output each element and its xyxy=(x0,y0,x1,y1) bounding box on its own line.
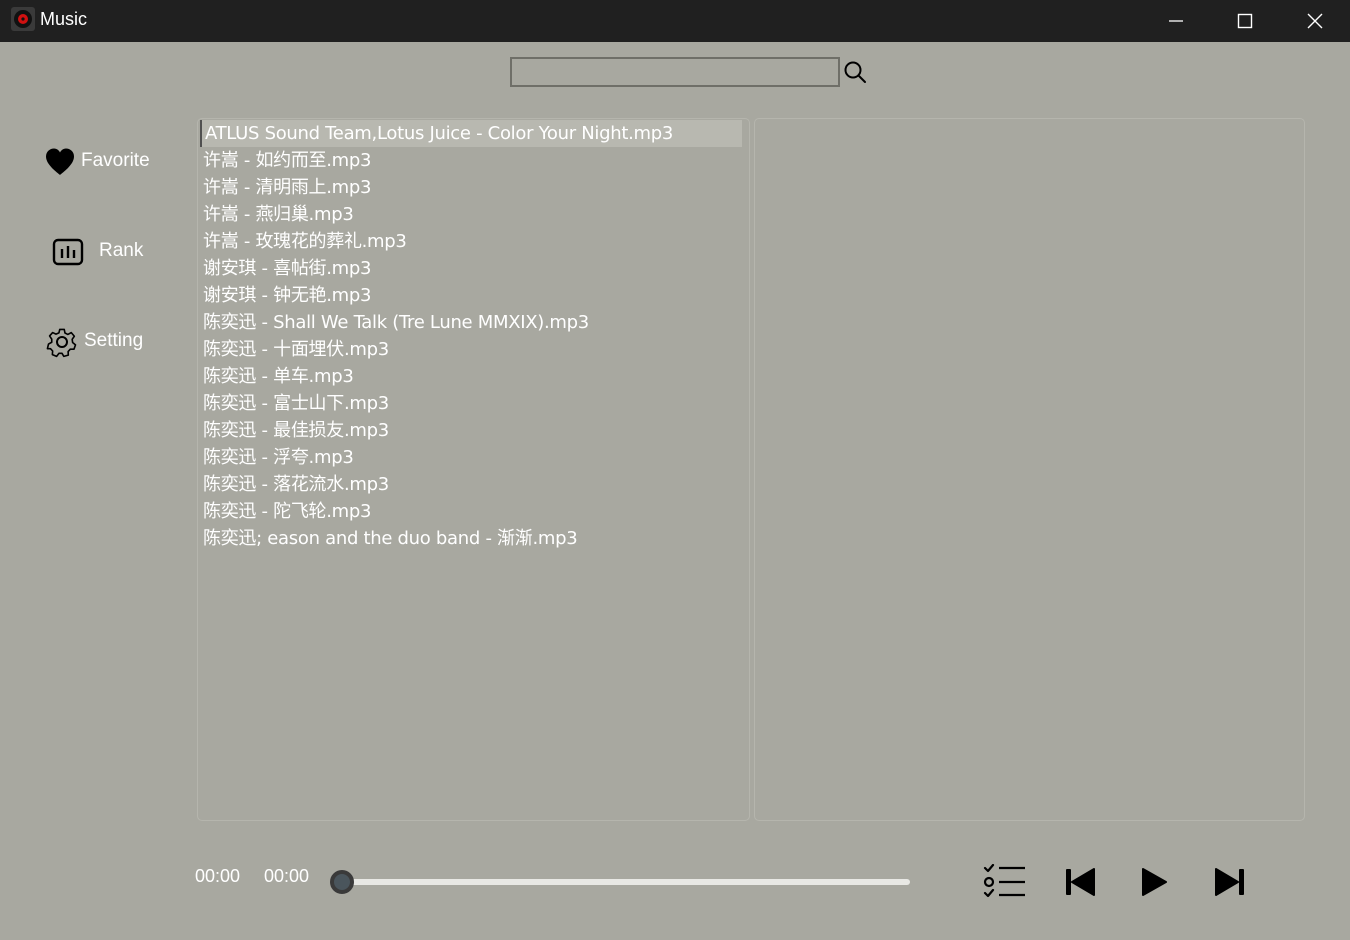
maximize-icon xyxy=(1237,13,1253,29)
progress-slider-handle[interactable] xyxy=(330,870,354,894)
window-title: Music xyxy=(40,9,88,29)
song-item[interactable]: 陈奕迅 - 十面埋伏.mp3 xyxy=(203,336,389,363)
close-icon xyxy=(1307,13,1323,29)
song-item[interactable]: 陈奕迅 - 单车.mp3 xyxy=(203,363,354,390)
song-item[interactable]: 谢安琪 - 喜帖街.mp3 xyxy=(203,255,371,282)
gear-icon xyxy=(46,328,77,358)
detail-panel xyxy=(754,118,1305,821)
song-item[interactable]: 陈奕迅 - 浮夸.mp3 xyxy=(203,444,354,471)
song-item[interactable]: 许嵩 - 燕归巢.mp3 xyxy=(203,201,354,228)
progress-track[interactable] xyxy=(340,879,910,885)
heart-icon xyxy=(46,148,74,175)
song-item[interactable]: 陈奕迅 - 富士山下.mp3 xyxy=(203,390,389,417)
nav-rank-label: Rank xyxy=(99,240,144,261)
song-item[interactable]: 许嵩 - 清明雨上.mp3 xyxy=(203,174,371,201)
search-input[interactable] xyxy=(510,57,840,87)
nav-rank[interactable]: Rank xyxy=(40,232,190,272)
total-time: 00:00 xyxy=(264,866,310,886)
minimize-icon xyxy=(1169,20,1183,22)
song-item[interactable]: 陈奕迅 - 落花流水.mp3 xyxy=(203,471,389,498)
song-item[interactable]: 许嵩 - 如约而至.mp3 xyxy=(203,147,371,174)
skip-next-icon xyxy=(1215,868,1244,896)
song-list[interactable]: ATLUS Sound Team,Lotus Juice - Color You… xyxy=(197,118,750,821)
maximize-button[interactable] xyxy=(1210,0,1280,42)
play-icon xyxy=(1142,868,1167,896)
nav-favorite-label: Favorite xyxy=(81,150,150,171)
minimize-button[interactable] xyxy=(1141,0,1211,42)
playlist-button[interactable] xyxy=(983,863,1027,900)
checklist-icon xyxy=(983,863,1025,898)
search-icon[interactable] xyxy=(843,60,867,84)
title-bar: Music xyxy=(0,0,1350,42)
nav-setting[interactable]: Setting xyxy=(40,322,190,362)
song-item[interactable]: 谢安琪 - 钟无艳.mp3 xyxy=(203,282,371,309)
next-button[interactable] xyxy=(1208,864,1252,900)
song-item[interactable]: 陈奕迅; eason and the duo band - 渐渐.mp3 xyxy=(203,525,578,552)
nav-favorite[interactable]: Favorite xyxy=(40,142,190,182)
song-item[interactable]: 陈奕迅 - 最佳损友.mp3 xyxy=(203,417,389,444)
song-item[interactable]: 许嵩 - 玫瑰花的葬礼.mp3 xyxy=(203,228,407,255)
nav-setting-label: Setting xyxy=(84,330,144,351)
app-logo-icon xyxy=(11,7,35,31)
song-item[interactable]: 陈奕迅 - 陀飞轮.mp3 xyxy=(203,498,371,525)
skip-previous-icon xyxy=(1066,868,1095,896)
play-button[interactable] xyxy=(1134,864,1178,900)
bar-chart-icon xyxy=(52,238,84,266)
previous-button[interactable] xyxy=(1058,864,1102,900)
current-time: 00:00 xyxy=(195,866,241,886)
song-item[interactable]: 陈奕迅 - Shall We Talk (Tre Lune MMXIX).mp3 xyxy=(203,309,589,336)
song-item[interactable]: ATLUS Sound Team,Lotus Juice - Color You… xyxy=(200,120,742,147)
close-button[interactable] xyxy=(1280,0,1350,42)
